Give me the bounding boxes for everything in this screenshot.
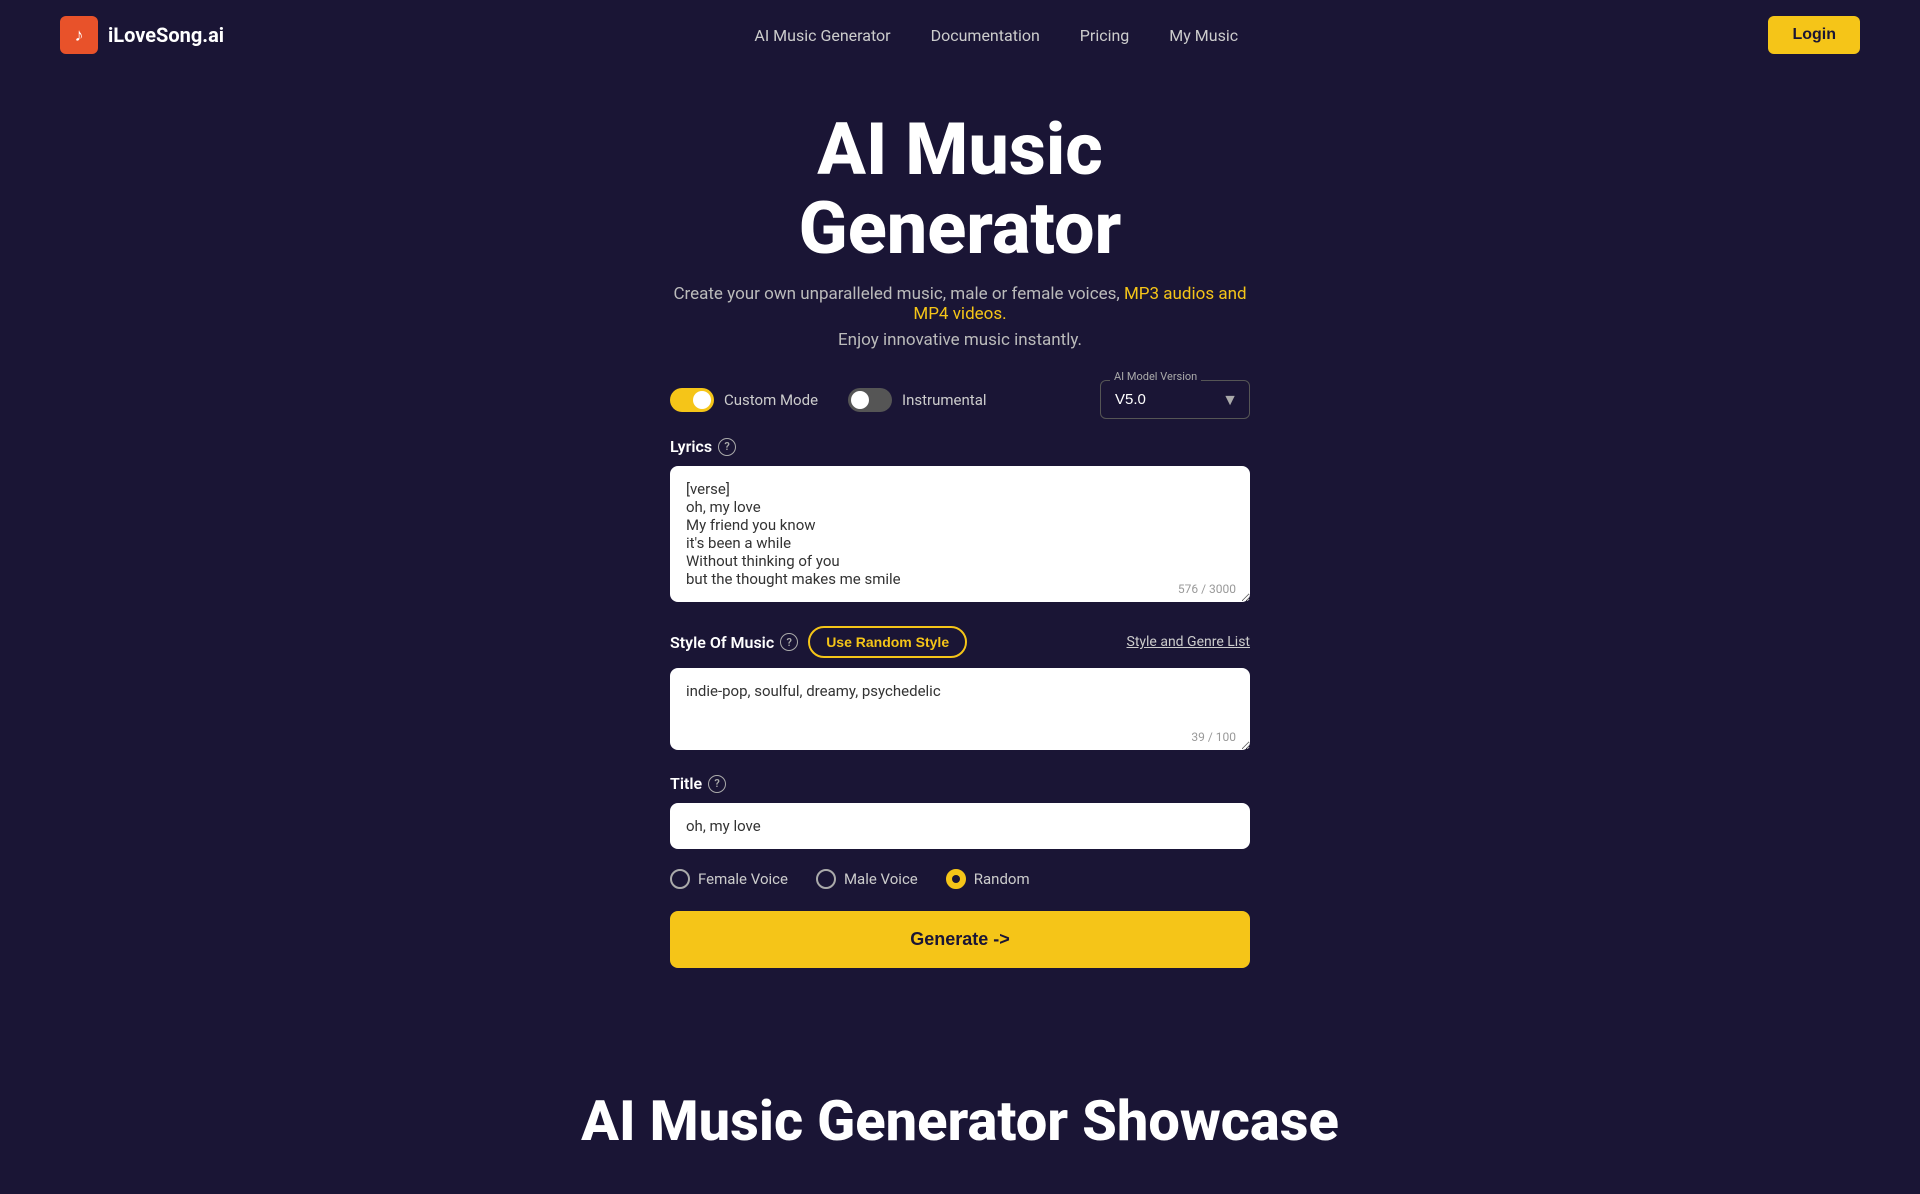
logo[interactable]: ♪ iLoveSong.ai bbox=[60, 16, 224, 54]
lyrics-field-wrapper: [verse] oh, my love My friend you know i… bbox=[670, 466, 1250, 606]
hero-title: AI Music Generator bbox=[670, 110, 1250, 268]
nav-ai-music[interactable]: AI Music Generator bbox=[754, 26, 890, 45]
controls-row: Custom Mode Instrumental AI Model Versio… bbox=[670, 380, 1250, 419]
lyrics-section: Lyrics ? [verse] oh, my love My friend y… bbox=[670, 437, 1250, 606]
random-voice-option[interactable]: Random bbox=[946, 869, 1030, 889]
random-voice-radio bbox=[946, 869, 966, 889]
showcase-section: AI Music Generator Showcase bbox=[0, 1088, 1920, 1194]
login-button[interactable]: Login bbox=[1768, 16, 1860, 54]
style-of-music-section: Style Of Music ? Use Random Style Style … bbox=[670, 626, 1250, 754]
main-content: AI Music Generator Create your own unpar… bbox=[650, 70, 1270, 1008]
nav-my-music[interactable]: My Music bbox=[1169, 26, 1238, 45]
title-label: Title ? bbox=[670, 774, 1250, 793]
female-voice-radio bbox=[670, 869, 690, 889]
showcase-title: AI Music Generator Showcase bbox=[0, 1088, 1920, 1154]
style-char-count: 39 / 100 bbox=[1191, 730, 1236, 744]
custom-mode-label: Custom Mode bbox=[724, 391, 818, 409]
style-textarea[interactable]: indie-pop, soulful, dreamy, psychedelic bbox=[670, 668, 1250, 750]
title-input[interactable] bbox=[670, 803, 1250, 849]
male-voice-option[interactable]: Male Voice bbox=[816, 869, 918, 889]
style-label-left: Style Of Music ? Use Random Style bbox=[670, 626, 967, 658]
nav-pricing[interactable]: Pricing bbox=[1080, 26, 1130, 45]
lyrics-char-count: 576 / 3000 bbox=[1178, 582, 1236, 596]
hero-subtitle2: Enjoy innovative music instantly. bbox=[670, 330, 1250, 350]
navbar: ♪ iLoveSong.ai AI Music Generator Docume… bbox=[0, 0, 1920, 70]
nav-links: AI Music Generator Documentation Pricing… bbox=[754, 26, 1238, 45]
style-help-icon[interactable]: ? bbox=[780, 633, 798, 651]
voice-selection: Female Voice Male Voice Random bbox=[670, 869, 1250, 889]
male-voice-label: Male Voice bbox=[844, 870, 918, 888]
hero-subtitle: Create your own unparalleled music, male… bbox=[670, 284, 1250, 324]
model-version-wrapper: AI Model Version V5.0 V4.0 V3.0 ▼ bbox=[1100, 380, 1250, 419]
lyrics-label: Lyrics ? bbox=[670, 437, 1250, 456]
style-label: Style Of Music ? bbox=[670, 633, 798, 652]
model-version-label: AI Model Version bbox=[1110, 370, 1201, 383]
title-field-wrapper bbox=[670, 803, 1250, 849]
style-genre-list-link[interactable]: Style and Genre List bbox=[1127, 634, 1250, 650]
female-voice-option[interactable]: Female Voice bbox=[670, 869, 788, 889]
instrumental-toggle-group: Instrumental bbox=[848, 388, 986, 412]
custom-mode-toggle-group: Custom Mode bbox=[670, 388, 818, 412]
nav-documentation[interactable]: Documentation bbox=[931, 26, 1040, 45]
male-voice-radio bbox=[816, 869, 836, 889]
lyrics-help-icon[interactable]: ? bbox=[718, 438, 736, 456]
instrumental-label: Instrumental bbox=[902, 391, 986, 409]
instrumental-toggle[interactable] bbox=[848, 388, 892, 412]
random-voice-label: Random bbox=[974, 870, 1030, 888]
logo-icon: ♪ bbox=[60, 16, 98, 54]
style-field-wrapper: indie-pop, soulful, dreamy, psychedelic … bbox=[670, 668, 1250, 754]
hero-subtitle-plain: Create your own unparalleled music, male… bbox=[673, 284, 1119, 304]
generate-button[interactable]: Generate -> bbox=[670, 911, 1250, 968]
title-help-icon[interactable]: ? bbox=[708, 775, 726, 793]
model-version-select[interactable]: V5.0 V4.0 V3.0 bbox=[1100, 380, 1250, 419]
use-random-style-button[interactable]: Use Random Style bbox=[808, 626, 967, 658]
female-voice-label: Female Voice bbox=[698, 870, 788, 888]
lyrics-textarea[interactable]: [verse] oh, my love My friend you know i… bbox=[670, 466, 1250, 602]
logo-text: iLoveSong.ai bbox=[108, 23, 224, 47]
toggles-left: Custom Mode Instrumental bbox=[670, 388, 987, 412]
custom-mode-toggle[interactable] bbox=[670, 388, 714, 412]
title-section: Title ? bbox=[670, 774, 1250, 849]
style-label-row: Style Of Music ? Use Random Style Style … bbox=[670, 626, 1250, 658]
